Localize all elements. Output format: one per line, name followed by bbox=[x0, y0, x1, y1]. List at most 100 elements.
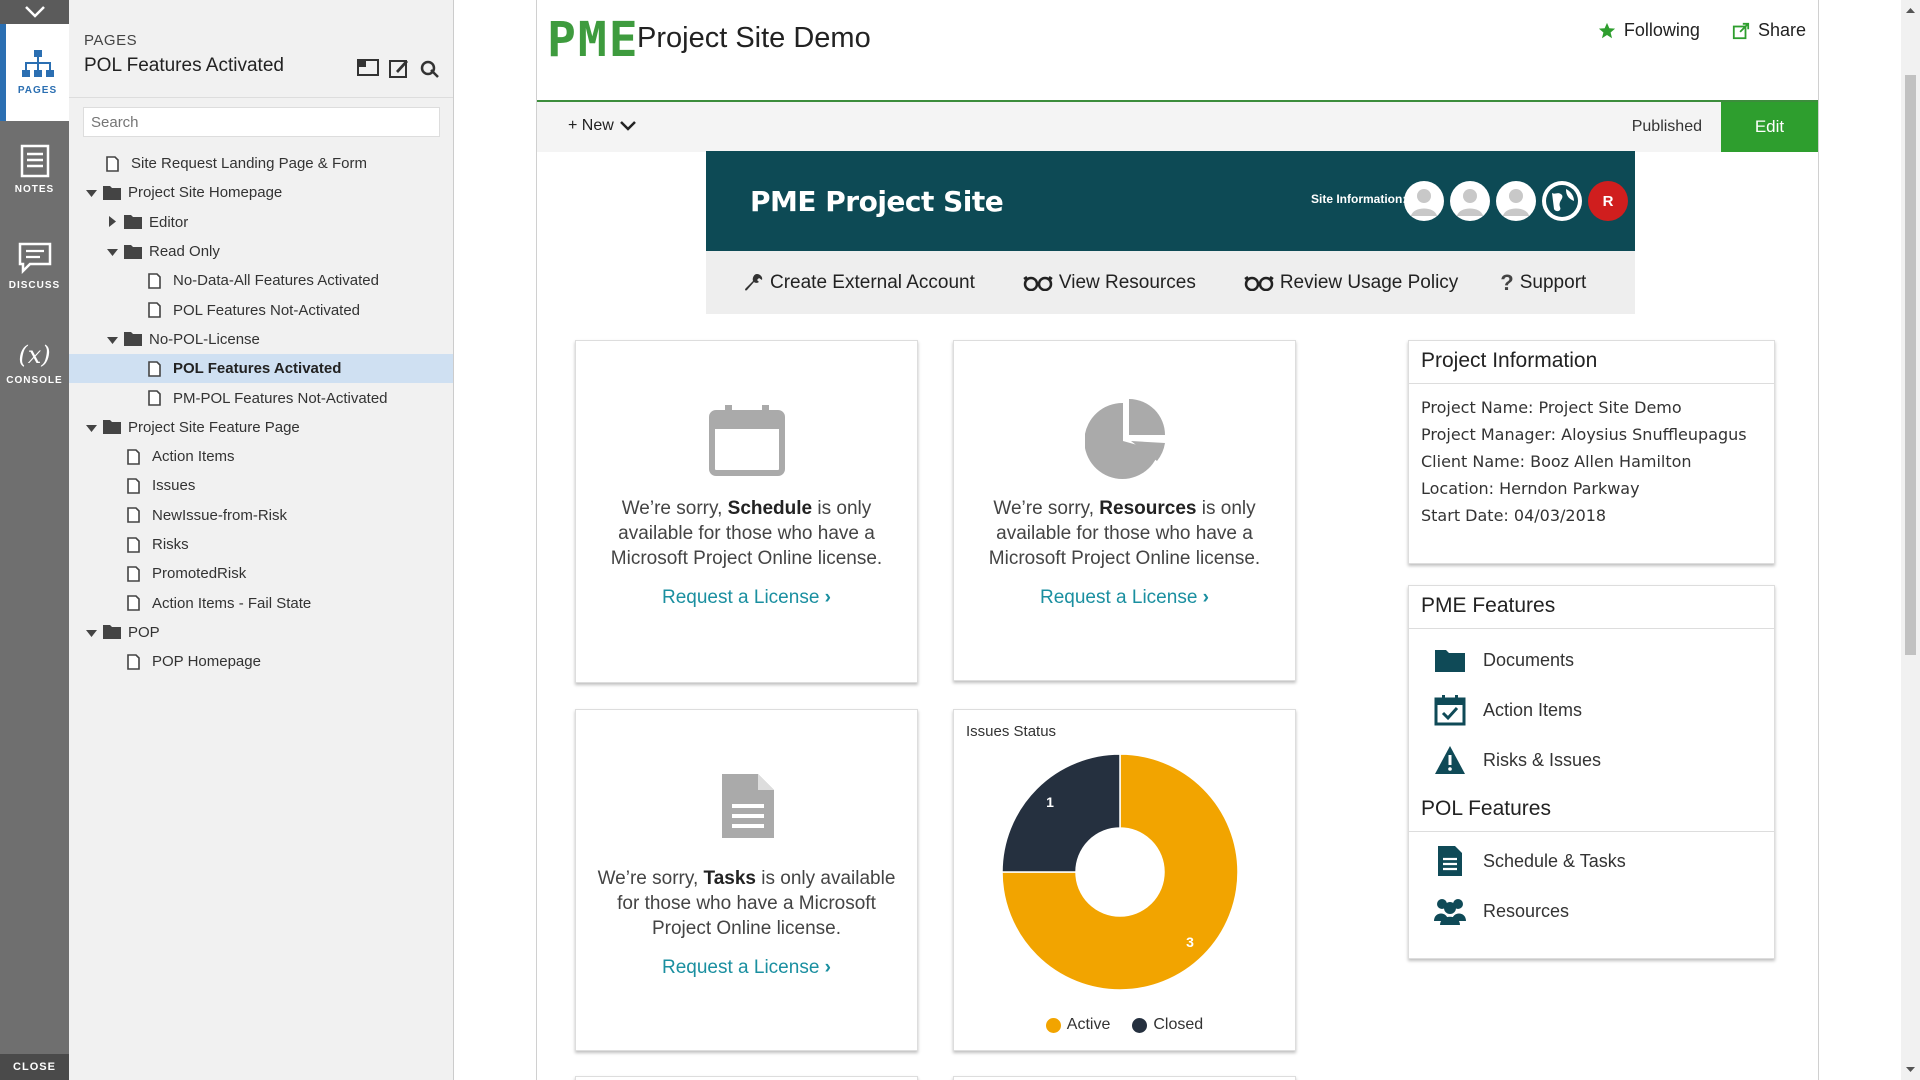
review-usage-policy-link[interactable]: Review Usage Policy bbox=[1244, 272, 1458, 294]
issues-donut-chart: 31 bbox=[1001, 753, 1239, 991]
tree-folder[interactable]: Editor bbox=[69, 208, 453, 237]
edit-button[interactable]: Edit bbox=[1721, 102, 1818, 152]
chart-legend: Active Closed bbox=[954, 1016, 1295, 1034]
caret-down-icon[interactable] bbox=[85, 419, 97, 436]
schedule-request-license-link[interactable]: Request a License › bbox=[576, 587, 917, 609]
tree-folder[interactable]: Project Site Feature Page bbox=[69, 413, 453, 442]
page-settings-icon[interactable] bbox=[419, 58, 439, 78]
tree-page[interactable]: POL Features Not-Activated bbox=[69, 295, 453, 324]
avatar[interactable] bbox=[1404, 181, 1444, 221]
tree-folder[interactable]: POP bbox=[69, 618, 453, 647]
chevron-right-icon: › bbox=[824, 587, 831, 608]
globe-icon bbox=[1546, 185, 1578, 217]
feature-resources[interactable]: Resources bbox=[1409, 886, 1774, 936]
feature-documents[interactable]: Documents bbox=[1409, 635, 1774, 685]
share-label: Share bbox=[1757, 20, 1806, 40]
document-icon bbox=[722, 774, 774, 838]
donut-label-active: 3 bbox=[1186, 934, 1194, 950]
tree-page[interactable]: Issues bbox=[69, 471, 453, 500]
resources-request-license-link[interactable]: Request a License › bbox=[954, 587, 1295, 609]
tree-folder[interactable]: Read Only bbox=[69, 237, 453, 266]
next-card-left bbox=[575, 1076, 918, 1080]
project-info-card: Project Information Project Name: Projec… bbox=[1408, 340, 1775, 564]
caret-down-icon[interactable] bbox=[106, 243, 118, 260]
tree-label: No-POL-License bbox=[149, 330, 260, 348]
tree-page[interactable]: POL Features Activated bbox=[69, 354, 453, 384]
folder-icon bbox=[103, 419, 121, 435]
caret-right-icon[interactable] bbox=[106, 214, 118, 231]
banner-title: PME Project Site bbox=[750, 185, 1004, 218]
rail-pages-label: PAGES bbox=[17, 85, 58, 96]
new-button[interactable]: + New bbox=[568, 117, 636, 135]
tree-page[interactable]: Risks bbox=[69, 530, 453, 559]
tree-label: NewIssue-from-Risk bbox=[152, 506, 288, 524]
scroll-down-icon[interactable] bbox=[1901, 1064, 1920, 1076]
schedule-card: We’re sorry, Schedule is only available … bbox=[575, 340, 918, 683]
feature-risks-issues[interactable]: Risks & Issues bbox=[1409, 735, 1774, 785]
scrollbar-thumb[interactable] bbox=[1905, 75, 1916, 655]
support-link[interactable]: ? Support bbox=[1500, 270, 1586, 296]
site-banner: PME Project Site Site Information: R bbox=[706, 151, 1635, 251]
notes-icon bbox=[20, 144, 49, 178]
tree-page[interactable]: NewIssue-from-Risk bbox=[69, 501, 453, 530]
tasks-feature: Tasks bbox=[703, 868, 756, 889]
site-title[interactable]: Project Site Demo bbox=[637, 22, 871, 55]
tree-page[interactable]: POP Homepage bbox=[69, 647, 453, 676]
tree-page[interactable]: Action Items - Fail State bbox=[69, 588, 453, 617]
project-info-title: Project Information bbox=[1409, 341, 1774, 384]
page-scrollbar[interactable] bbox=[1901, 0, 1920, 1080]
caret-down-icon[interactable] bbox=[85, 624, 97, 641]
following-button[interactable]: Following bbox=[1598, 20, 1700, 41]
donut-slice-closed[interactable] bbox=[1001, 753, 1121, 873]
chart-title: Issues Status bbox=[966, 723, 1057, 740]
tree-page[interactable]: Action Items bbox=[69, 442, 453, 471]
avatar[interactable] bbox=[1450, 181, 1490, 221]
site-avatars: R bbox=[1404, 181, 1628, 221]
glasses-icon bbox=[1244, 275, 1274, 291]
tree-page[interactable]: Site Request Landing Page & Form bbox=[69, 149, 453, 178]
tasks-prefix: We’re sorry, bbox=[597, 868, 704, 889]
tree-label: Action Items bbox=[152, 448, 235, 466]
avatar[interactable]: R bbox=[1588, 181, 1628, 221]
resources-line1-rest: is only bbox=[1196, 498, 1256, 519]
avatar[interactable] bbox=[1496, 181, 1536, 221]
caret-down-icon[interactable] bbox=[106, 331, 118, 348]
tree-label: Risks bbox=[152, 536, 189, 553]
page-icon bbox=[127, 507, 143, 524]
collapse-toggle[interactable] bbox=[0, 0, 69, 24]
site-logo[interactable]: PME bbox=[547, 12, 640, 68]
resources-message: We’re sorry, Resources is only available… bbox=[954, 496, 1295, 571]
page-layout-icon[interactable] bbox=[357, 58, 379, 76]
tree-page[interactable]: PromotedRisk bbox=[69, 559, 453, 588]
tree-page[interactable]: PM-POL Features Not-Activated bbox=[69, 383, 453, 412]
folder-icon bbox=[1433, 643, 1467, 677]
view-resources-link[interactable]: View Resources bbox=[1023, 272, 1196, 294]
rail-discuss[interactable]: DISCUSS bbox=[0, 218, 69, 315]
feature-schedule-tasks-label: Schedule & Tasks bbox=[1483, 850, 1626, 871]
pol-features-title: POL Features bbox=[1409, 789, 1774, 832]
share-button[interactable]: Share bbox=[1732, 20, 1806, 41]
scroll-up-icon[interactable] bbox=[1901, 4, 1920, 16]
tree-folder[interactable]: Project Site Homepage bbox=[69, 178, 453, 207]
tree-page[interactable]: No-Data-All Features Activated bbox=[69, 266, 453, 295]
avatar[interactable] bbox=[1542, 181, 1582, 221]
legend-item-closed[interactable]: Closed bbox=[1132, 1016, 1203, 1034]
feature-schedule-tasks[interactable]: Schedule & Tasks bbox=[1409, 836, 1774, 886]
search-input[interactable] bbox=[83, 107, 440, 137]
create-external-account-link[interactable]: Create External Account bbox=[744, 272, 975, 294]
rail-pages[interactable]: PAGES bbox=[0, 24, 69, 121]
client-name: Client Name: Booz Allen Hamilton bbox=[1421, 452, 1692, 471]
tree-label: Editor bbox=[149, 213, 189, 231]
legend-swatch bbox=[1045, 1017, 1061, 1033]
feature-action-items[interactable]: Action Items bbox=[1409, 685, 1774, 735]
legend-item-active[interactable]: Active bbox=[1045, 1016, 1110, 1034]
tasks-request-license-link[interactable]: Request a License › bbox=[576, 957, 917, 979]
tree-folder[interactable]: No-POL-License bbox=[69, 325, 453, 354]
project-name: Project Name: Project Site Demo bbox=[1421, 398, 1682, 417]
edit-page-icon[interactable] bbox=[389, 58, 409, 78]
rail-notes[interactable]: NOTES bbox=[0, 121, 69, 218]
close-button[interactable]: CLOSE bbox=[0, 1054, 69, 1080]
caret-down-icon[interactable] bbox=[85, 184, 97, 201]
rail-console[interactable]: (x) CONSOLE bbox=[0, 315, 69, 412]
schedule-line1-rest: is only bbox=[812, 498, 872, 519]
